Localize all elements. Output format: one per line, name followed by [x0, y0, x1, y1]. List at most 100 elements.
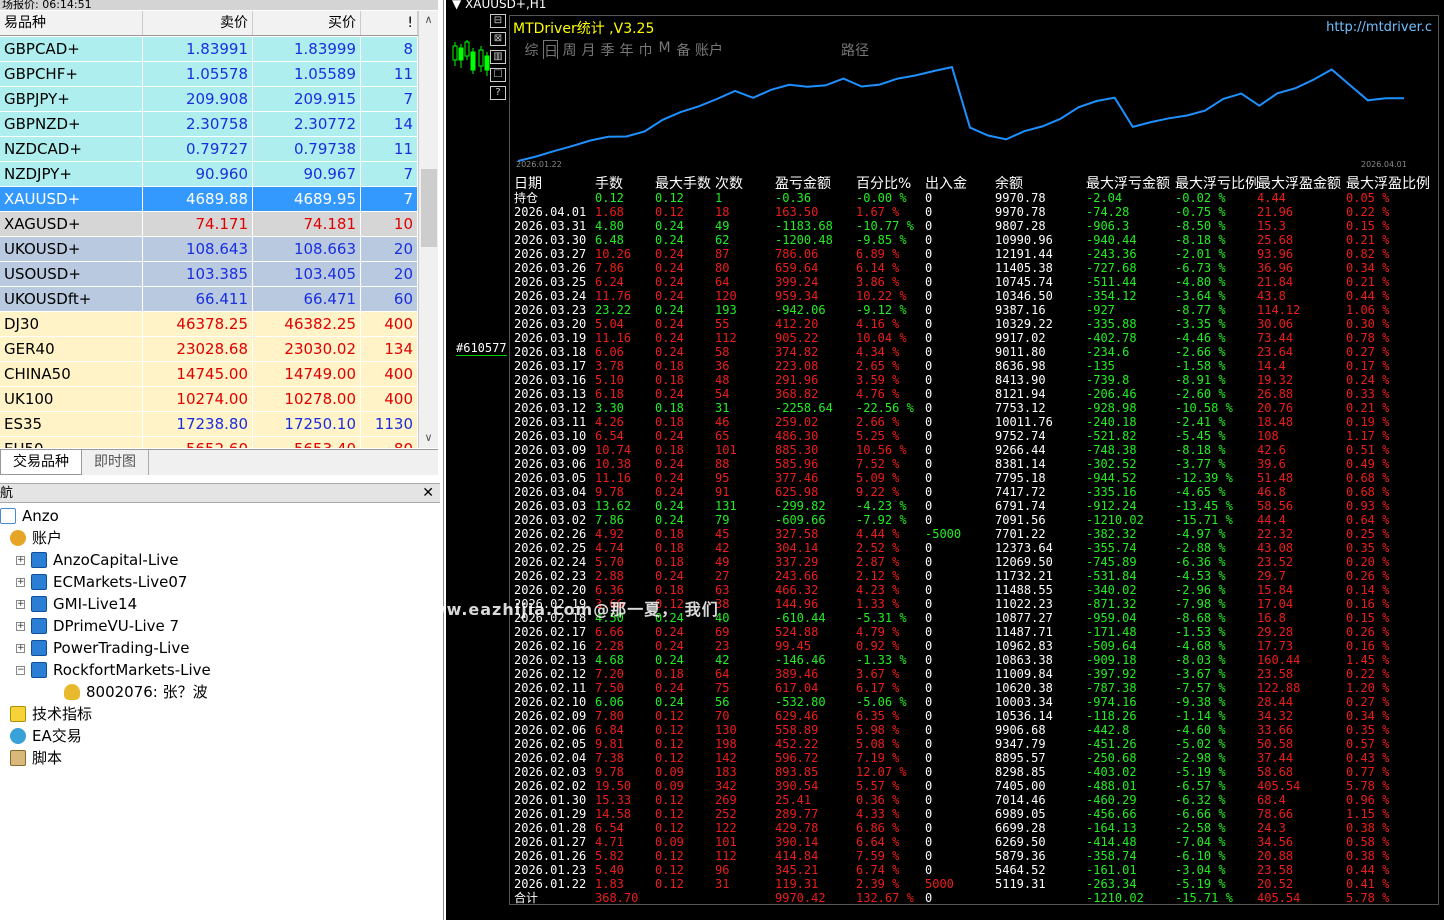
tree-server-2[interactable]: + GMI-Live14 [16, 593, 137, 615]
stats-cell: 2026.03.02 [514, 513, 587, 527]
tab-tick-chart[interactable]: 即时图 [82, 450, 149, 475]
stats-cell: 0.24 [655, 695, 684, 709]
stats-row: 2026.02.12 7.20 0.18 64 389.46 3.67 % 0 11009.8… [514, 667, 1439, 681]
scroll-thumb[interactable] [421, 169, 437, 247]
panel-url[interactable]: http://mtdriver.c [1326, 20, 1432, 35]
stats-cell: 0.12 [655, 821, 684, 835]
expand-icon[interactable]: + [16, 577, 25, 587]
col-symbol-header[interactable]: 易品种 [0, 11, 143, 35]
tree-indicators[interactable]: 技术指标 [10, 703, 92, 725]
stats-cell: 0.17 % [1346, 359, 1390, 373]
stats-cell: 18 [715, 205, 730, 219]
ask-cell: 0.79738 [253, 137, 361, 161]
market-watch-row[interactable]: NZDJPY+ 90.960 90.967 7 [0, 162, 418, 187]
stats-cell: 0.68 % [1346, 485, 1390, 499]
stats-cell: 0 [925, 359, 933, 373]
market-watch-row[interactable]: GBPCHF+ 1.05578 1.05589 11 [0, 62, 418, 87]
stats-cell: 0 [925, 709, 933, 723]
market-watch-row[interactable]: UKOUSD+ 108.643 108.663 20 [0, 237, 418, 262]
tree-ea[interactable]: EA交易 [10, 725, 82, 747]
tree-accounts[interactable]: 账户 [10, 527, 62, 549]
stats-cell: 0.19 % [1346, 415, 1390, 429]
scroll-down-icon[interactable]: ∨ [419, 431, 438, 444]
tree-scripts[interactable]: 脚本 [10, 747, 62, 769]
collapse-icon[interactable]: − [16, 665, 25, 675]
toolbox-button[interactable]: ☐ [490, 68, 506, 82]
tree-server-1[interactable]: + ECMarkets-Live07 [16, 571, 187, 593]
market-watch-row[interactable]: GBPCAD+ 1.83991 1.83999 8 [0, 37, 418, 62]
indicators-label: 技术指标 [32, 705, 93, 723]
tree-server-4[interactable]: + PowerTrading-Live [16, 637, 189, 659]
tree-root[interactable]: Anzo [0, 505, 59, 527]
col-spread-header[interactable]: ! [361, 11, 418, 35]
market-watch-row[interactable]: GBPNZD+ 2.30758 2.30772 14 [0, 112, 418, 137]
toolbox-button[interactable]: ▥ [490, 50, 506, 64]
stats-cell: 2026.04.01 [514, 205, 587, 219]
stats-cell: 5.04 [595, 317, 624, 331]
market-watch-row[interactable]: USOUSD+ 103.385 103.405 20 [0, 262, 418, 287]
stats-row: 2026.02.06 6.84 0.12 130 558.89 5.98 % 0 9906.6… [514, 723, 1439, 737]
expand-icon[interactable]: + [16, 599, 25, 609]
stats-cell: 0.12 [655, 723, 684, 737]
market-watch-row[interactable]: ES35 17238.80 17250.10 1130 [0, 412, 418, 437]
stats-row: 2026.02.20 6.36 0.18 63 466.32 4.23 % 0 11488.5… [514, 583, 1439, 597]
stats-cell: 87 [715, 247, 730, 261]
stats-header: 日期 手数 最大手数 次数 盈亏金额 百分比% 出入金 余额 最大浮亏金额 最大浮亏比例 最大浮盈金… [514, 173, 1439, 192]
help-icon[interactable]: ? [490, 86, 506, 100]
market-watch-row[interactable]: UKOUSDft+ 66.411 66.471 60 [0, 287, 418, 312]
server-label: PowerTrading-Live [53, 639, 190, 657]
tree-server-0[interactable]: + AnzoCapital-Live [16, 549, 178, 571]
stats-cell: -928.98 [1086, 401, 1137, 415]
tab-symbols[interactable]: 交易品种 [0, 450, 82, 475]
expand-icon[interactable]: + [16, 555, 25, 565]
stats-cell: 0.21 % [1346, 401, 1390, 415]
market-watch-row[interactable]: EU505652.605653.4080 [0, 437, 418, 448]
stats-cell: 2026.03.27 [514, 247, 587, 261]
market-watch-row[interactable]: GBPJPY+ 209.908 209.915 7 [0, 87, 418, 112]
col-ask-header[interactable]: 买价 [253, 11, 361, 35]
stats-cell: 2026.02.04 [514, 751, 587, 765]
stats-cell: 4.76 % [856, 387, 900, 401]
tree-server-5[interactable]: − RockfortMarkets-Live [16, 659, 211, 681]
market-watch-row[interactable]: XAUUSD+ 4689.88 4689.95 7 [0, 187, 418, 212]
tree-account[interactable]: 8002076: 张？波 [64, 681, 208, 703]
stats-cell: 259.02 [775, 415, 819, 429]
stats-cell: 0.24 [655, 387, 684, 401]
stats-cell: 2026.03.26 [514, 261, 587, 275]
stats-cell: 0.43 % [1346, 751, 1390, 765]
toolbox-button[interactable]: ⊟ [490, 14, 506, 28]
expand-icon[interactable]: + [16, 643, 25, 653]
stats-cell: 0.24 [655, 429, 684, 443]
stats-cell: -263.34 [1086, 877, 1137, 891]
stats-cell: 3.67 % [856, 667, 900, 681]
col-bid-header[interactable]: 卖价 [143, 11, 253, 35]
stats-cell: 9970.78 [995, 205, 1046, 219]
stats-cell: 112 [715, 849, 737, 863]
stats-cell: 0 [925, 737, 933, 751]
stats-cell: 0 [925, 751, 933, 765]
market-watch-row[interactable]: NZDCAD+ 0.79727 0.79738 11 [0, 137, 418, 162]
stats-cell: -2.41 % [1175, 415, 1226, 429]
market-watch-row[interactable]: XAGUSD+ 74.171 74.181 10 [0, 212, 418, 237]
close-icon[interactable]: ✕ [422, 484, 434, 503]
toolbox-button[interactable]: ⊠ [490, 32, 506, 46]
market-watch-row[interactable]: UK100 10274.00 10278.00 400 [0, 387, 418, 412]
bid-cell: 1.83991 [143, 37, 253, 61]
market-watch-row[interactable]: CHINA50 14745.00 14749.00 400 [0, 362, 418, 387]
expand-icon[interactable]: + [16, 621, 25, 631]
market-watch-scrollbar[interactable]: ∧ ∨ [418, 11, 438, 448]
stats-cell: -8.50 % [1175, 219, 1226, 233]
spread-cell: 7 [361, 187, 418, 211]
stats-cell: -8.03 % [1175, 653, 1226, 667]
market-watch-row[interactable]: DJ30 46378.25 46382.25 400 [0, 312, 418, 337]
stats-cell: -9.38 % [1175, 695, 1226, 709]
stats-cell: 405.54 [1257, 779, 1301, 793]
scroll-up-icon[interactable]: ∧ [419, 13, 438, 26]
stats-cell: -4.65 % [1175, 485, 1226, 499]
mtdriver-panel: MTDriver统计 ,V3.25 http://mtdriver.c 综日周月… [509, 15, 1439, 905]
market-watch-row[interactable]: GER40 23028.68 23030.02 134 [0, 337, 418, 362]
stats-cell: 243.66 [775, 569, 819, 583]
stats-cell: 0 [925, 653, 933, 667]
server-icon [31, 662, 47, 678]
tree-server-3[interactable]: + DPrimeVU-Live 7 [16, 615, 179, 637]
